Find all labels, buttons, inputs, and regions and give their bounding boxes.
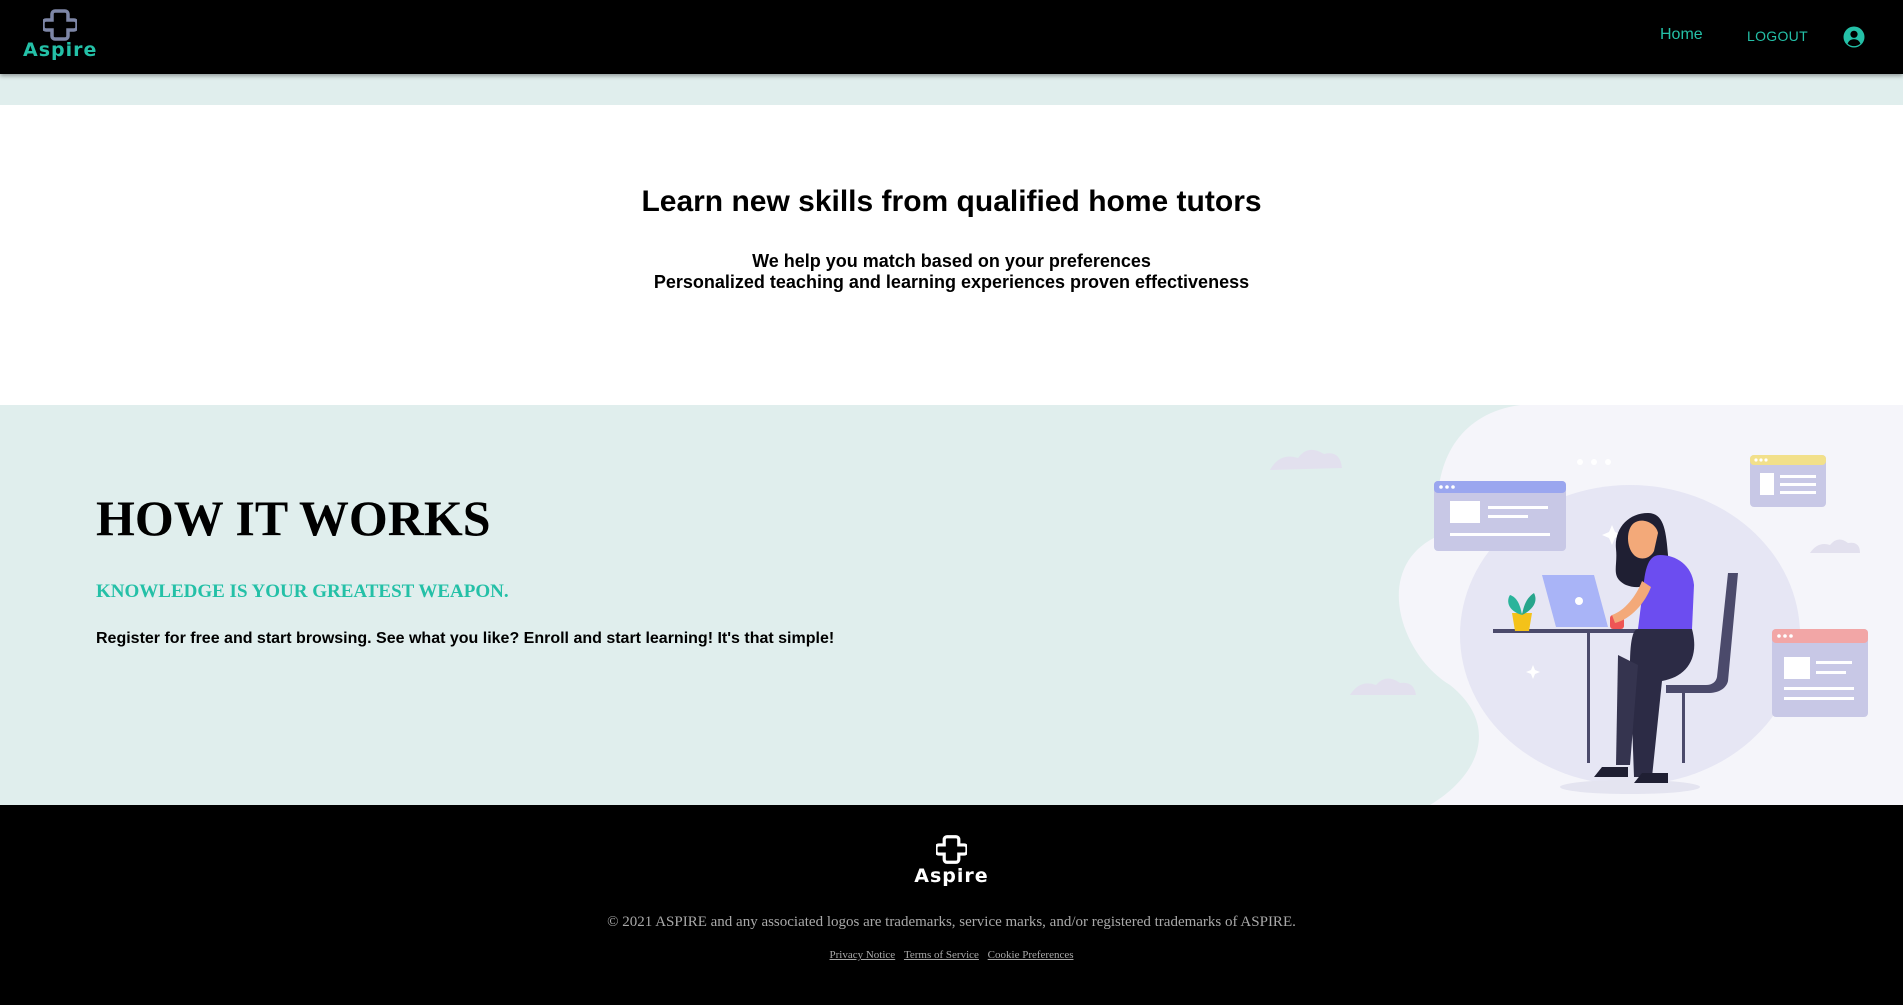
nav-home-link[interactable]: Home	[1660, 26, 1703, 44]
how-it-works-description: Register for free and start browsing. Se…	[96, 630, 835, 647]
footer-links: Privacy Notice Terms of Service Cookie P…	[0, 949, 1903, 961]
user-circle-icon[interactable]	[1843, 26, 1865, 48]
logo-text: Aspire	[23, 39, 98, 61]
how-it-works-title: HOW IT WORKS	[96, 490, 491, 546]
aspire-logo[interactable]: Aspire	[23, 8, 98, 64]
logo-cross-icon	[43, 9, 77, 41]
how-it-works-tagline: KNOWLEDGE IS YOUR GREATEST WEAPON.	[96, 581, 509, 602]
footer-logo-cross-icon	[936, 835, 967, 864]
privacy-notice-link[interactable]: Privacy Notice	[830, 949, 896, 961]
terms-of-service-link[interactable]: Terms of Service	[904, 949, 979, 961]
cookie-preferences-link[interactable]: Cookie Preferences	[988, 949, 1074, 961]
footer-logo-text: Aspire	[914, 865, 989, 887]
hero-section: Learn new skills from qualified home tut…	[0, 105, 1903, 405]
top-navbar: Aspire Home LOGOUT	[0, 0, 1903, 74]
how-it-works-section: HOW IT WORKS KNOWLEDGE IS YOUR GREATEST …	[0, 405, 1903, 805]
footer-copyright: © 2021 ASPIRE and any associated logos a…	[607, 914, 1296, 930]
hero-title: Learn new skills from qualified home tut…	[641, 185, 1262, 218]
footer: Aspire © 2021 ASPIRE and any associated …	[0, 805, 1903, 1005]
woman-laptop-illustration	[1270, 405, 1903, 805]
hero-subtitle: We help you match based on your preferen…	[0, 251, 1903, 293]
nav-logout-link[interactable]: LOGOUT	[1747, 28, 1808, 44]
hero-subtitle-line-2: Personalized teaching and learning exper…	[653, 272, 1250, 292]
hero-subtitle-line-1: We help you match based on your preferen…	[752, 251, 1151, 271]
